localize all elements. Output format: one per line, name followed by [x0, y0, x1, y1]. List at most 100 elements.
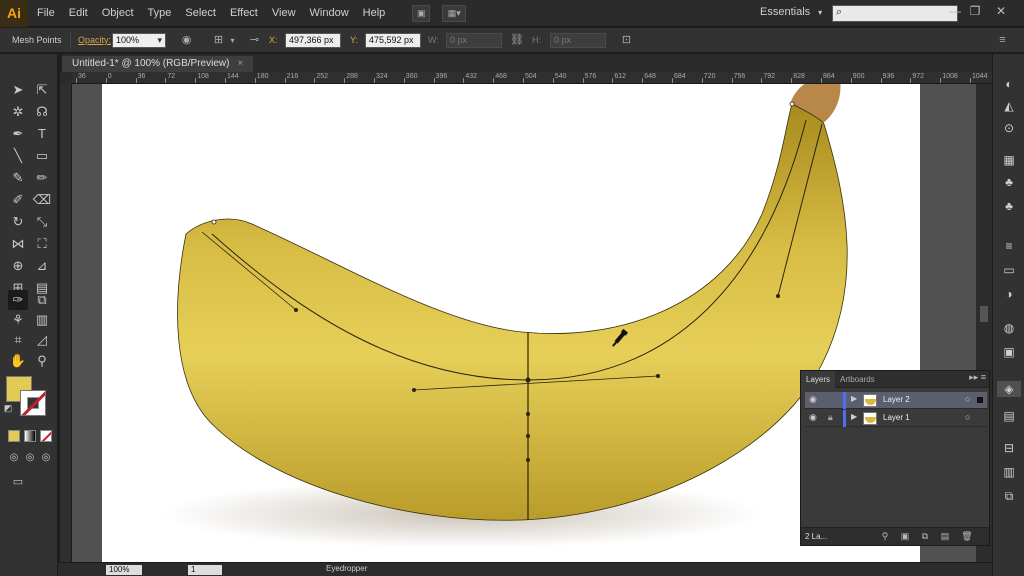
opacity-field[interactable]: 100% ▾ — [112, 33, 166, 48]
mesh-point[interactable] — [789, 101, 795, 107]
align-panel-icon[interactable]: ⊟ — [1001, 440, 1017, 456]
gradient-mode-icon[interactable] — [24, 430, 36, 442]
layer-row[interactable]: ◉ ▶ Layer 2 ○ — [805, 392, 987, 409]
target-icon[interactable]: ○ — [965, 394, 970, 404]
pencil-tool-icon[interactable]: ✏ — [32, 168, 52, 188]
selection-indicator[interactable] — [977, 397, 983, 403]
artwork[interactable] — [102, 84, 920, 562]
tab-layers[interactable]: Layers — [801, 371, 836, 388]
mesh-point[interactable] — [526, 458, 530, 462]
hand-tool-icon[interactable]: ✋ — [8, 351, 28, 371]
none-mode-icon[interactable] — [40, 430, 52, 442]
column-graph-tool-icon[interactable]: ▥ — [32, 310, 52, 330]
menu-edit[interactable]: Edit — [62, 0, 95, 27]
artboard[interactable] — [102, 84, 920, 562]
bridge-button[interactable]: ▣ — [412, 4, 431, 22]
gradient-panel-icon[interactable]: ▭ — [1001, 262, 1017, 278]
slice-tool-icon[interactable]: ◿ — [32, 330, 52, 350]
color-guide-icon[interactable]: ◭ — [1001, 98, 1017, 114]
selection-tool-icon[interactable]: ➤ — [8, 80, 28, 100]
mesh-point[interactable] — [526, 434, 530, 438]
swatches-panel-icon[interactable]: ⊙ — [1001, 120, 1017, 136]
zoom-field[interactable]: 100% — [106, 565, 142, 575]
mesh-point[interactable] — [776, 294, 780, 298]
pen-tool-icon[interactable]: ✒ — [8, 124, 28, 144]
menu-view[interactable]: View — [265, 0, 303, 27]
color-mode-icon[interactable] — [8, 430, 20, 442]
layer-row[interactable]: ◉ 🔒︎ ▶ Layer 1 ○ — [805, 410, 987, 427]
mesh-point[interactable] — [525, 377, 531, 383]
stroke-panel-icon[interactable]: ≡ — [1001, 238, 1017, 254]
menu-window[interactable]: Window — [303, 0, 356, 27]
eye-icon[interactable]: ◉ — [809, 394, 817, 405]
menu-effect[interactable]: Effect — [223, 0, 265, 27]
default-colors-icon[interactable]: ◩ — [2, 402, 14, 414]
link-icon[interactable]: ⛓ — [510, 34, 524, 47]
menu-help[interactable]: Help — [356, 0, 393, 27]
minimize-button[interactable]: — — [946, 4, 964, 20]
mesh-point[interactable] — [526, 412, 530, 416]
line-tool-icon[interactable]: ╲ — [8, 146, 28, 166]
ruler-origin[interactable] — [60, 72, 72, 84]
eyedropper-tool-icon[interactable]: ✑ — [8, 290, 28, 310]
document-tab[interactable]: Untitled-1* @ 100% (RGB/Preview) × — [62, 56, 254, 72]
color-panel-icon[interactable]: ◐ — [1001, 76, 1017, 92]
panel-menu-icon[interactable]: ▸▸ ≡ — [969, 372, 986, 383]
eye-icon[interactable]: ◉ — [809, 412, 817, 423]
lasso-tool-icon[interactable]: ☊ — [32, 102, 52, 122]
rectangle-tool-icon[interactable]: ▭ — [32, 146, 52, 166]
target-icon[interactable]: ○ — [965, 412, 970, 422]
delete-layer-icon[interactable]: 🗑︎ — [961, 531, 973, 543]
banana-body[interactable] — [177, 103, 848, 521]
opacity-label[interactable]: Opacity: — [78, 35, 111, 45]
symbols-panel-icon[interactable]: ♣ — [1001, 174, 1017, 190]
menu-type[interactable]: Type — [141, 0, 179, 27]
transform-icon[interactable]: ⊡ — [620, 34, 633, 47]
menu-object[interactable]: Object — [95, 0, 141, 27]
symbol-sprayer-tool-icon[interactable]: ⚘ — [8, 310, 28, 330]
graphic-styles-panel-icon[interactable]: ▣ — [1001, 344, 1017, 360]
blob-brush-tool-icon[interactable]: ✐ — [8, 190, 28, 210]
clipping-mask-icon[interactable]: ▣ — [899, 531, 911, 543]
transform-anchor-icon[interactable]: ⊸ — [248, 34, 261, 47]
expand-triangle-icon[interactable]: ▶ — [851, 412, 857, 421]
graphic-styles-icon[interactable]: ♣ — [1001, 198, 1017, 214]
mesh-point[interactable] — [211, 219, 217, 225]
search-input[interactable]: ⌕ — [832, 5, 958, 22]
w-field[interactable]: 0 px — [446, 33, 502, 48]
recolor-icon[interactable]: ◉ — [180, 34, 193, 47]
draw-inside-icon[interactable]: ◎ — [36, 448, 56, 468]
layer-name[interactable]: Layer 2 — [883, 395, 910, 404]
arrange-documents-button[interactable]: ▦▾ — [442, 4, 467, 22]
type-tool-icon[interactable]: T — [32, 124, 52, 144]
scale-tool-icon[interactable]: ⤡ — [32, 212, 52, 232]
transform-panel-icon[interactable]: ⧉ — [1001, 488, 1017, 504]
mesh-point[interactable] — [656, 374, 660, 378]
close-button[interactable]: ✕ — [992, 4, 1010, 20]
direct-selection-tool-icon[interactable]: ⇱ — [32, 80, 52, 100]
rotate-tool-icon[interactable]: ↻ — [8, 212, 28, 232]
free-transform-tool-icon[interactable]: ⛶ — [32, 234, 52, 254]
menu-file[interactable]: File — [30, 0, 62, 27]
artboard-navigation-field[interactable]: 1 — [188, 565, 222, 575]
artboard-tool-icon[interactable]: ⌗ — [8, 330, 28, 350]
chevron-down-icon[interactable]: ▾ — [226, 34, 239, 47]
y-field[interactable]: 475,592 px — [365, 33, 421, 48]
lock-icon[interactable]: 🔒︎ — [828, 412, 833, 423]
expand-triangle-icon[interactable]: ▶ — [851, 394, 857, 403]
blend-tool-icon[interactable]: ⧉ — [32, 290, 52, 310]
paintbrush-tool-icon[interactable]: ✎ — [8, 168, 28, 188]
layer-name[interactable]: Layer 1 — [883, 413, 910, 422]
layers-panel-icon[interactable]: ◈ — [997, 381, 1021, 397]
transparency-panel-icon[interactable]: ◑ — [1001, 286, 1017, 302]
width-tool-icon[interactable]: ⋈ — [8, 234, 28, 254]
new-layer-icon[interactable]: ▤ — [939, 531, 951, 543]
brushes-panel-icon[interactable]: ▦ — [1001, 152, 1017, 168]
zoom-tool-icon[interactable]: ⚲ — [32, 351, 52, 371]
h-field[interactable]: 0 px — [550, 33, 606, 48]
mesh-point[interactable] — [412, 388, 416, 392]
tab-artboards[interactable]: Artboards — [835, 371, 880, 388]
close-icon[interactable]: × — [237, 58, 243, 69]
vertical-ruler[interactable] — [60, 84, 72, 564]
horizontal-ruler[interactable]: 36 0 36 72 108 144 180 216 252 288 324 360 396 432 468… — [72, 72, 992, 84]
